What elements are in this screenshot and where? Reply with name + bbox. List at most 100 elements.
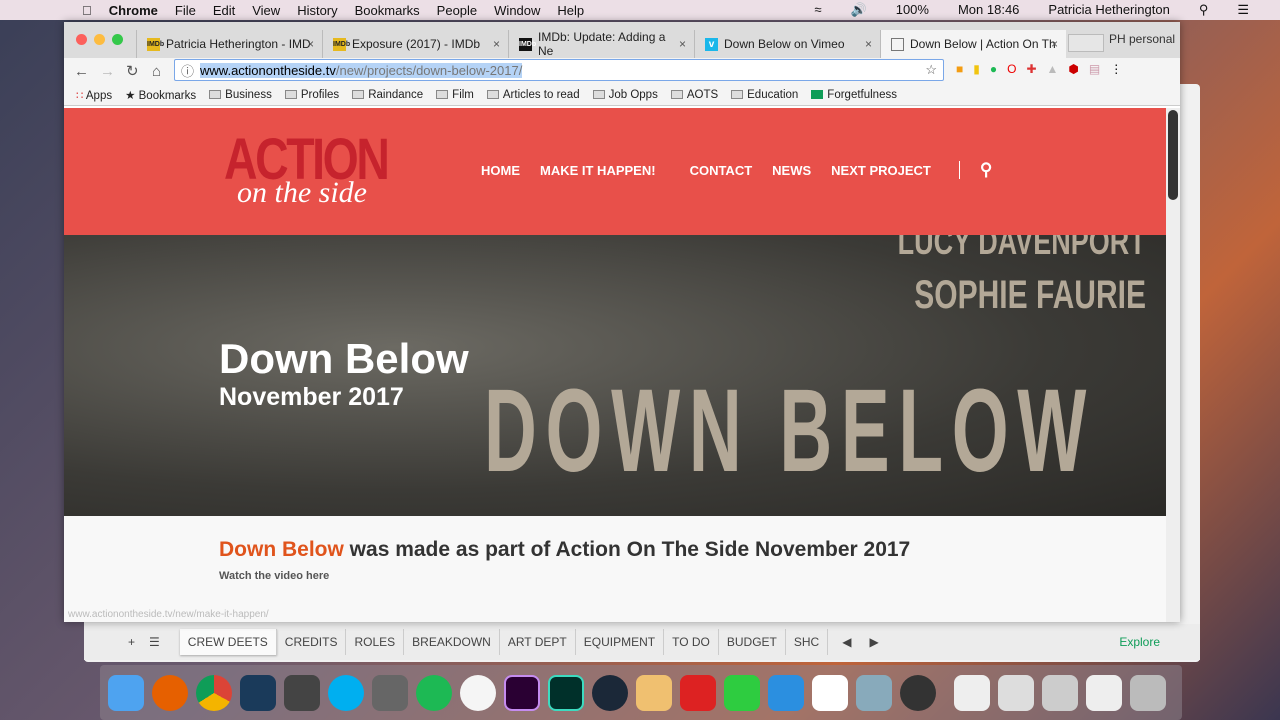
sheet-tab[interactable]: SHC [786,629,829,655]
menu-bookmarks[interactable]: Bookmarks [355,3,420,18]
add-sheet-icon[interactable]: + [128,635,135,649]
sheet-tab[interactable]: EQUIPMENT [576,629,665,655]
wifi-icon[interactable]: ≈ [814,2,821,18]
tab-exposure[interactable]: IMDb Exposure (2017) - IMDb × [322,30,508,58]
close-tab-icon[interactable]: × [679,37,686,51]
explore-button[interactable]: Explore [1119,635,1160,649]
bookmark-folder[interactable]: Raindance [352,89,423,101]
all-sheets-icon[interactable]: ☰ [149,635,160,649]
bookmark-folder[interactable]: Profiles [284,89,339,101]
tab-imdb-profile[interactable]: IMDb Patricia Hetherington - IMD × [136,30,322,58]
excel-icon[interactable] [724,674,760,711]
bookmark-folder[interactable]: Business [209,89,272,101]
home-icon[interactable]: ⌂ [152,63,168,80]
minimize-window-button[interactable] [94,34,105,45]
spotify-icon[interactable] [416,674,452,711]
tab-vimeo[interactable]: v Down Below on Vimeo × [694,30,880,58]
menu-edit[interactable]: Edit [213,3,235,18]
scroll-right-icon[interactable]: ▶ [869,635,878,649]
battery-level[interactable]: 100% [896,2,929,18]
document-icon[interactable] [954,674,990,711]
bookmark-bookmarks[interactable]: ★ Bookmarks [125,88,196,102]
sheet-tab[interactable]: CREW DEETS [179,629,277,655]
document-icon[interactable] [1086,674,1122,711]
itunes-icon[interactable] [460,674,496,711]
nav-make-it-happen[interactable]: MAKE IT HAPPEN! [540,163,656,180]
forward-icon[interactable]: → [100,63,116,80]
close-tab-icon[interactable]: × [493,37,500,51]
nav-contact[interactable]: CONTACT [690,163,753,180]
sheet-tab[interactable]: BUDGET [719,629,786,655]
trash-icon[interactable] [1130,674,1166,711]
bookmark-folder[interactable]: Articles to read [486,89,580,101]
clapper-icon[interactable] [372,674,408,711]
close-window-button[interactable] [76,34,87,45]
firefox-icon[interactable] [152,674,188,711]
close-tab-icon[interactable]: × [1051,37,1058,51]
page-scrollbar[interactable] [1166,108,1180,622]
volume-icon[interactable]: 🔊 [851,2,867,18]
adblock-icon[interactable]: ⬢ [1068,62,1078,76]
nav-news[interactable]: NEWS [772,163,811,180]
bookmark-folder[interactable]: AOTS [670,89,718,101]
opera-icon[interactable]: O [1007,62,1016,76]
menu-help[interactable]: Help [557,3,584,18]
sheet-tab[interactable]: ROLES [346,629,405,655]
notifications-icon[interactable]: ☰ [1237,2,1249,18]
tab-down-below-active[interactable]: Down Below | Action On Th × [880,30,1066,58]
scroll-left-icon[interactable]: ◀ [842,635,851,649]
sheet-tab[interactable]: ART DEPT [500,629,576,655]
reload-icon[interactable]: ↻ [126,62,142,80]
calendar-icon[interactable] [812,674,848,711]
profile-button[interactable]: PH personal [1109,32,1175,46]
user-name[interactable]: Patricia Hetherington [1048,2,1169,18]
extension-note-icon[interactable]: ▤ [1089,62,1100,76]
clock[interactable]: Mon 18:46 [958,2,1019,18]
menu-people[interactable]: People [437,3,477,18]
audition-icon[interactable] [548,674,584,711]
close-tab-icon[interactable]: × [865,37,872,51]
bookmark-sheet[interactable]: Forgetfulness [811,89,897,101]
address-bar[interactable]: ⓘ www.actionontheside.tv/new/projects/do… [174,59,944,81]
skype-icon[interactable] [328,674,364,711]
bookmark-folder[interactable]: Film [436,89,474,101]
premiere-icon[interactable] [504,674,540,711]
menu-history[interactable]: History [297,3,337,18]
tab-imdb-update[interactable]: IMDb IMDb: Update: Adding a Ne × [508,30,694,58]
zoom-window-button[interactable] [112,34,123,45]
scrollbar-thumb[interactable] [1168,110,1178,200]
bookmark-folder[interactable]: Education [731,89,798,101]
search-icon[interactable]: ⚲ [980,160,992,180]
preview-icon[interactable] [856,674,892,711]
menu-file[interactable]: File [175,3,196,18]
nav-next-project[interactable]: NEXT PROJECT [831,163,931,180]
sheet-tab[interactable]: BREAKDOWN [404,629,500,655]
spotlight-icon[interactable]: ⚲ [1199,2,1209,18]
grammarly-icon[interactable]: ● [990,62,997,76]
menu-view[interactable]: View [252,3,280,18]
finder-icon[interactable] [108,674,144,711]
steam-icon[interactable] [592,674,628,711]
drive-icon[interactable]: ▲ [1047,62,1059,76]
document-icon[interactable] [1042,674,1078,711]
bookmark-star-icon[interactable]: ☆ [925,62,937,78]
sheet-tab[interactable]: CREDITS [277,629,347,655]
new-tab-button[interactable] [1068,34,1104,52]
extension-cross-icon[interactable]: ✚ [1026,62,1036,76]
menu-window[interactable]: Window [494,3,540,18]
final-cut-icon[interactable] [284,674,320,711]
quicktime-icon[interactable] [900,674,936,711]
close-tab-icon[interactable]: × [307,37,314,51]
site-logo-tagline[interactable]: on the side [237,176,367,210]
document-icon[interactable] [998,674,1034,711]
menu-kebab-icon[interactable]: ⋮ [1110,62,1122,76]
nav-home[interactable]: HOME [481,163,520,180]
word-icon[interactable] [768,674,804,711]
powerpoint-icon[interactable] [680,674,716,711]
menu-chrome[interactable]: Chrome [109,3,158,18]
chrome-icon[interactable] [196,674,232,711]
back-icon[interactable]: ← [74,63,90,80]
extension-bars-icon[interactable]: ▮ [973,62,980,76]
bookmark-apps[interactable]: ∷ Apps [76,88,112,102]
pages-icon[interactable] [636,674,672,711]
